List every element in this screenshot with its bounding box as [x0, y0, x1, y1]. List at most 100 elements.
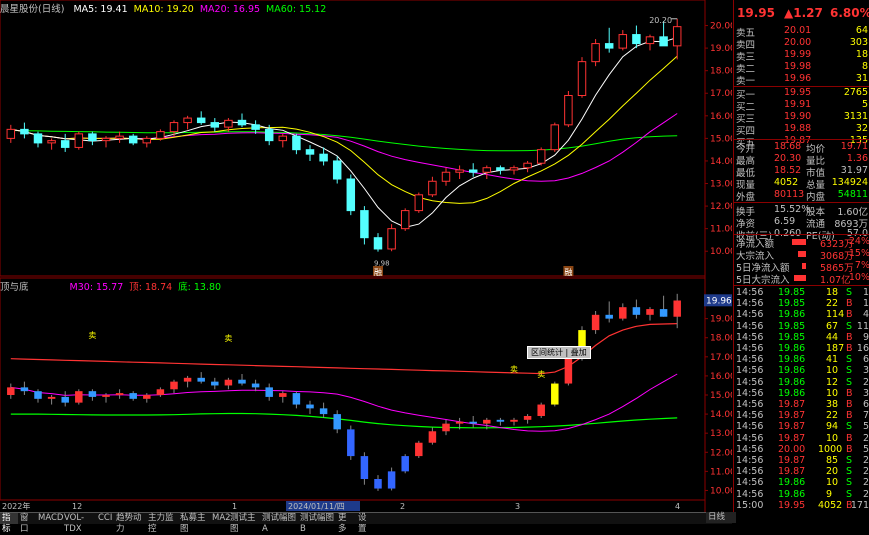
lower-candle-body	[251, 383, 260, 388]
tab-4[interactable]: CCI	[96, 513, 114, 524]
tab-11[interactable]: 测试幅图B	[298, 513, 336, 534]
trade-row: 14:56 19.87 22 B 7	[734, 410, 869, 421]
tab-0[interactable]: 指标	[0, 513, 18, 534]
candle	[387, 224, 396, 252]
ma-legend-3: MA60: 15.12	[266, 4, 327, 15]
tab-2[interactable]: MACD	[36, 513, 63, 524]
trade-price: 19.86	[778, 309, 806, 321]
candle-body	[332, 160, 342, 180]
trade-count: 5	[862, 443, 869, 455]
lower-candle	[551, 381, 559, 407]
book-price: 20.01	[784, 25, 812, 36]
lower-legend-0: M30: 15.77	[69, 282, 124, 293]
tab-7[interactable]: 私募主图	[178, 513, 210, 534]
candle	[632, 25, 641, 49]
trade-side: S	[846, 421, 853, 433]
lower-candle	[129, 391, 137, 401]
lower-candle	[591, 311, 600, 334]
upper-axis-label: 19.00	[710, 44, 732, 54]
interval-stats-popup[interactable]: 区间统计 | 叠加	[527, 346, 591, 359]
candle	[496, 165, 505, 175]
upper-axis-label: 12.00	[710, 202, 732, 212]
trade-volume: 22	[826, 410, 839, 422]
trade-row: 14:56 19.85 44 B 9	[734, 332, 869, 343]
trade-price: 19.86	[778, 488, 806, 500]
tab-5[interactable]: 趋势动力	[114, 513, 146, 534]
lower-candle-body	[265, 387, 273, 397]
tab-9[interactable]: 测试主图	[228, 513, 260, 534]
lower-candle-body	[7, 387, 15, 395]
lower-candle-body	[20, 387, 29, 392]
book-price: 19.99	[784, 49, 812, 60]
candle-body	[482, 167, 492, 173]
trade-row: 14:56 19.86 9 S 2	[734, 489, 869, 500]
lower-candle	[319, 402, 328, 418]
candle	[536, 147, 546, 166]
trade-volume: 67	[826, 320, 839, 332]
candle	[292, 133, 301, 155]
book-volume: 64	[855, 25, 868, 36]
tab-13[interactable]: 设置	[356, 513, 376, 534]
lower-candle	[115, 389, 124, 399]
trade-row: 14:56 19.87 94 S 5	[734, 421, 869, 432]
candle	[6, 124, 16, 143]
trade-side: B	[846, 298, 853, 310]
stat-label: 外盘	[736, 192, 756, 203]
lower-candle	[387, 467, 396, 491]
ask-row: 卖五 20.01 64	[734, 25, 869, 39]
tab-3[interactable]: VOL-TDX	[62, 513, 96, 534]
date-axis-label: 3	[515, 502, 520, 511]
lower-candle-body	[374, 479, 382, 489]
candle-body	[292, 135, 301, 151]
lower-candle-body	[183, 377, 192, 382]
lower-candle-body	[156, 389, 165, 395]
candle-body	[278, 135, 288, 142]
candle-body	[183, 117, 192, 124]
candle-body	[414, 194, 424, 212]
candle	[509, 165, 519, 175]
trade-price: 19.87	[778, 432, 806, 444]
kline-chart-area[interactable]: 20.00 19.00 18.00 17.00 16.00 15.00 14.00 13.00…	[0, 0, 732, 512]
flow-row: 净流入额 6323万 24%	[734, 236, 869, 250]
tab-8[interactable]: MA2	[210, 513, 231, 524]
lower-candle	[401, 454, 409, 474]
trade-count: 2	[862, 376, 869, 388]
trade-row: 14:56 19.85 22 B 1	[734, 298, 869, 309]
trade-time: 14:56	[736, 343, 764, 354]
lower-candle	[34, 389, 42, 403]
trade-time: 14:56	[736, 477, 764, 489]
lower-candle-body	[428, 431, 437, 443]
tab-10[interactable]: 测试幅图A	[260, 513, 298, 534]
tab-12[interactable]: 更多	[336, 513, 356, 534]
tab-6[interactable]: 主力监控	[146, 513, 178, 534]
trade-price: 19.86	[778, 376, 806, 388]
lower-candle-body	[564, 358, 573, 384]
kline-svg[interactable]: 20.00 19.00 18.00 17.00 16.00 15.00 14.00 13.00…	[0, 0, 732, 512]
lower-candle	[619, 303, 627, 321]
stat-row: 现量 4052 总量 134924	[734, 177, 869, 191]
book-volume: 18	[855, 49, 868, 60]
trade-row: 14:56 19.86 114 B 4	[734, 309, 869, 320]
trade-price: 19.86	[778, 365, 806, 377]
book-volume: 32	[855, 123, 868, 134]
trade-side: B	[846, 309, 853, 321]
lower-legend-2: 底: 13.80	[178, 282, 222, 293]
upper-axis-label: 14.00	[710, 157, 732, 167]
candle	[523, 160, 532, 173]
tab-daily[interactable]: 日线	[706, 512, 736, 523]
candle-body	[428, 180, 437, 196]
candle-body	[6, 128, 16, 139]
lower-candle-body	[455, 421, 464, 424]
lower-candle	[143, 393, 151, 403]
candle	[468, 163, 478, 177]
candle	[360, 206, 369, 245]
candle	[414, 192, 424, 213]
trade-volume: 85	[826, 455, 839, 466]
candle-body	[604, 43, 614, 49]
lower-candle-body	[61, 396, 69, 403]
candle	[210, 118, 220, 132]
tab-1[interactable]: 窗口	[18, 513, 36, 534]
trade-side: S	[846, 376, 853, 388]
book-volume: 5	[861, 99, 868, 110]
lower-candle-body	[496, 419, 505, 422]
